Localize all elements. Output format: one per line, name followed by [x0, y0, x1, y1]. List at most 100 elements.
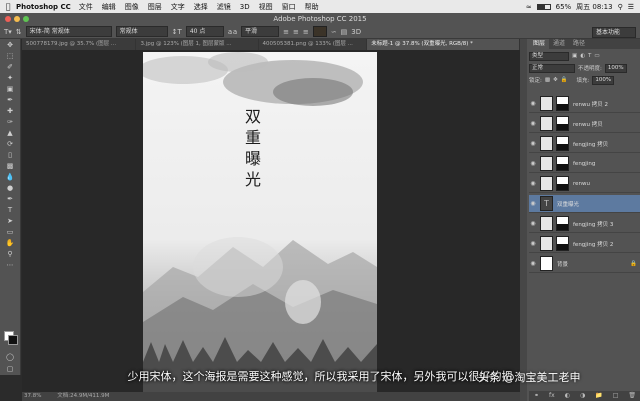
visibility-eye-icon[interactable]: ◉ [529, 140, 537, 147]
menu-item-image[interactable]: 图像 [125, 2, 139, 12]
visibility-eye-icon[interactable]: ◉ [529, 220, 537, 227]
tab-document-3[interactable]: 400505381.png @ 133% (图层 ... [258, 39, 368, 50]
shape-tool-icon[interactable]: ▭ [4, 227, 16, 237]
layer-mask-thumbnail[interactable] [556, 216, 569, 231]
tab-paths[interactable]: 路径 [569, 39, 589, 49]
type-tool-icon-side[interactable]: T [4, 205, 16, 215]
opacity-input[interactable]: 100% [604, 63, 627, 73]
visibility-eye-icon[interactable]: ◉ [529, 160, 537, 167]
visibility-eye-icon[interactable]: ◉ [529, 260, 537, 267]
crop-tool-icon[interactable]: ▣ [4, 84, 16, 94]
tab-layers[interactable]: 图层 [529, 39, 550, 49]
menu-item-filter[interactable]: 滤镜 [217, 2, 231, 12]
poster-document[interactable]: 双重曝光 [143, 52, 377, 392]
layer-mask-thumbnail[interactable] [556, 96, 569, 111]
menu-item-layer[interactable]: 图层 [148, 2, 162, 12]
tab-document-active[interactable]: 未标题-1 @ 37.8% (双重曝光, RGB/8) * [367, 39, 521, 50]
eraser-tool-icon[interactable]: ▯ [4, 150, 16, 160]
blend-mode-select[interactable]: 正常 [529, 63, 575, 73]
menu-list-icon[interactable]: ☰ [628, 3, 634, 11]
menu-item-edit[interactable]: 编辑 [102, 2, 116, 12]
visibility-eye-icon[interactable]: ◉ [529, 100, 537, 107]
tab-channels[interactable]: 通道 [549, 39, 569, 49]
hand-tool-icon[interactable]: ✋ [4, 238, 16, 248]
font-style-select[interactable]: 常规体 [115, 26, 168, 37]
blur-tool-icon[interactable]: 💧 [4, 172, 16, 182]
layer-row[interactable]: ◉ renwu [529, 175, 640, 193]
quick-select-tool-icon[interactable]: ✦ [4, 73, 16, 83]
text-color-swatch[interactable] [312, 26, 327, 37]
orientation-toggle-icon[interactable]: ⇅ [16, 28, 22, 36]
visibility-eye-icon[interactable]: ◉ [529, 120, 537, 127]
stamp-tool-icon[interactable]: ▲ [4, 128, 16, 138]
filter-adjust-icon[interactable]: ◐ [580, 53, 585, 59]
add-mask-icon[interactable]: ◐ [565, 391, 570, 401]
font-size-select[interactable]: 40 点 [185, 26, 224, 37]
layer-mask-thumbnail[interactable] [556, 116, 569, 131]
lock-all-icon[interactable]: 🔒 [561, 77, 568, 83]
layer-row[interactable]: ◉ fengjing 拷贝 [529, 135, 640, 153]
character-panel-icon[interactable]: ▤ [341, 28, 348, 36]
lock-position-icon[interactable]: ✥ [553, 77, 558, 83]
zoom-level[interactable]: 37.8% [24, 393, 41, 399]
warp-text-icon[interactable]: ∽ [331, 28, 337, 36]
filter-type-icon[interactable]: T [588, 53, 591, 59]
layer-mask-thumbnail[interactable] [556, 156, 569, 171]
layer-row-selected[interactable]: ◉ T 双重曝光 [529, 195, 640, 213]
visibility-eye-icon[interactable]: ◉ [529, 180, 537, 187]
app-menu[interactable]: Photoshop CC [16, 3, 71, 11]
layer-style-icon[interactable]: fx [549, 391, 555, 401]
apple-icon[interactable]:  [0, 2, 16, 11]
layer-mask-thumbnail[interactable] [556, 136, 569, 151]
new-group-icon[interactable]: 📁 [595, 391, 602, 401]
layer-row[interactable]: ◉ fengjing 拷贝 3 [529, 215, 640, 233]
healing-tool-icon[interactable]: ✚ [4, 106, 16, 116]
minimize-window-button[interactable] [14, 16, 20, 22]
menu-item-help[interactable]: 帮助 [305, 2, 319, 12]
tab-document-2[interactable]: 3.jpg @ 123% (图层 1, 图层蒙版 ... [136, 39, 259, 50]
delete-layer-icon[interactable]: 🗑 [628, 391, 636, 401]
wifi-icon[interactable]: ≈ [526, 3, 532, 11]
kind-filter-select[interactable]: 类型 [529, 51, 569, 61]
tab-document-1[interactable]: 500778179.jpg @ 35.7% (图层 ... [22, 39, 137, 50]
marquee-tool-icon[interactable]: ⬚ [4, 51, 16, 61]
close-window-button[interactable] [5, 16, 11, 22]
zoom-window-button[interactable] [23, 16, 29, 22]
lock-pixels-icon[interactable]: ▩ [545, 77, 550, 83]
font-family-select[interactable]: 宋体-简 常规体 [25, 26, 112, 37]
menu-item-type[interactable]: 文字 [171, 2, 185, 12]
battery-icon[interactable] [536, 3, 551, 10]
layer-row[interactable]: ◉ fengjing [529, 155, 640, 173]
move-tool-icon[interactable]: ✥ [4, 40, 16, 50]
filter-pixel-icon[interactable]: ▣ [572, 53, 577, 59]
poster-title[interactable]: 双重曝光 [241, 106, 265, 190]
menu-item-3d[interactable]: 3D [240, 3, 250, 11]
align-left-icon[interactable]: ≡ [283, 28, 289, 36]
new-layer-icon[interactable]: □ [613, 391, 619, 401]
visibility-eye-icon[interactable]: ◉ [529, 200, 537, 207]
layer-row[interactable]: ◉ renwu 拷贝 [529, 115, 640, 133]
layer-mask-thumbnail[interactable] [556, 176, 569, 191]
layer-row[interactable]: ◉ renwu 拷贝 2 [529, 95, 640, 113]
link-layers-icon[interactable]: ⚭ [534, 391, 539, 401]
layer-row[interactable]: ◉ fengjing 拷贝 2 [529, 235, 640, 253]
lasso-tool-icon[interactable]: ✐ [4, 62, 16, 72]
eyedropper-tool-icon[interactable]: ✒ [4, 95, 16, 105]
3d-icon[interactable]: 3D [351, 28, 361, 36]
menu-item-window[interactable]: 窗口 [282, 2, 296, 12]
dodge-tool-icon[interactable]: ● [4, 183, 16, 193]
background-color-swatch[interactable] [8, 335, 18, 345]
brush-tool-icon[interactable]: ✑ [4, 117, 16, 127]
adjustment-layer-icon[interactable]: ◑ [580, 391, 585, 401]
collapsed-panel-strip[interactable] [520, 39, 527, 401]
menu-item-select[interactable]: 选择 [194, 2, 208, 12]
more-tools-icon[interactable]: ⋯ [4, 260, 16, 270]
type-tool-icon[interactable]: T▾ [4, 28, 12, 36]
align-center-icon[interactable]: ≡ [293, 28, 299, 36]
zoom-tool-icon[interactable]: ⚲ [4, 249, 16, 259]
workspace-select[interactable]: 基本功能 [592, 27, 636, 38]
menu-item-view[interactable]: 视图 [259, 2, 273, 12]
gradient-tool-icon[interactable]: ▩ [4, 161, 16, 171]
layer-row[interactable]: ◉ 背景 🔒 [529, 255, 640, 273]
path-select-tool-icon[interactable]: ➤ [4, 216, 16, 226]
